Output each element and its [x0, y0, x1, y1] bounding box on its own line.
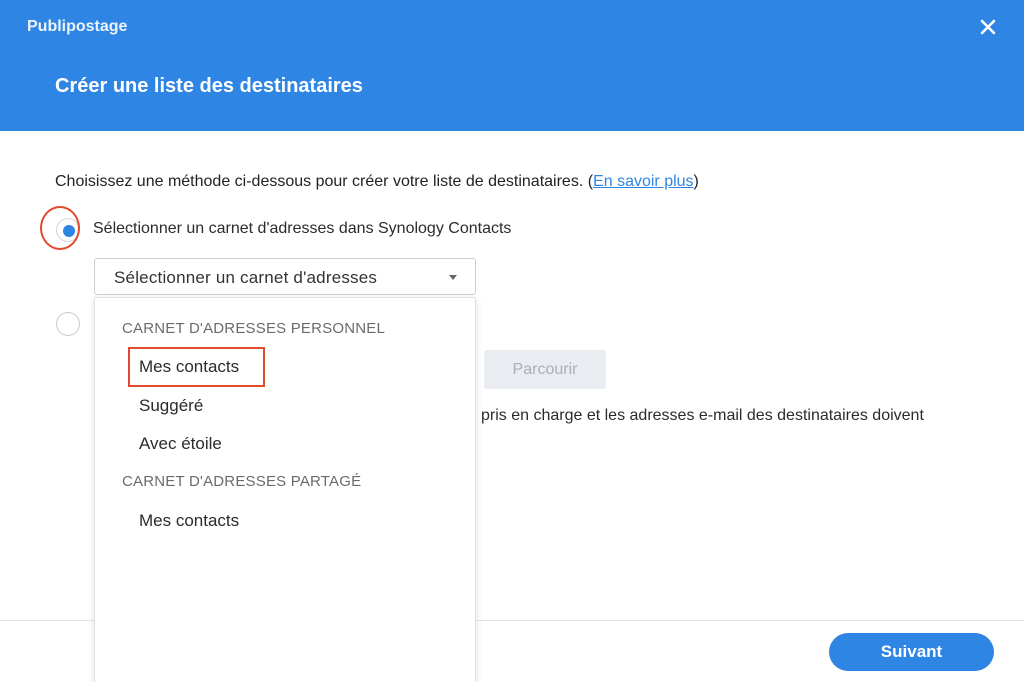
dialog-title: Créer une liste des destinataires	[55, 75, 363, 97]
radio-import-file[interactable]	[56, 312, 80, 336]
address-book-select[interactable]: Sélectionner un carnet d'adresses	[94, 258, 476, 295]
dialog-header: Publipostage Créer une liste des destina…	[0, 0, 1024, 131]
dropdown-item-avec-etoile[interactable]: Avec étoile	[139, 434, 222, 454]
instruction-prefix: Choisissez une méthode ci-dessous pour c…	[55, 173, 594, 190]
next-button[interactable]: Suivant	[829, 633, 994, 671]
browse-button[interactable]: Parcourir	[484, 350, 606, 389]
dropdown-item-shared-mes-contacts[interactable]: Mes contacts	[139, 511, 239, 531]
format-note: pris en charge et les adresses e-mail de…	[481, 407, 924, 424]
instruction-text: Choisissez une méthode ci-dessous pour c…	[55, 173, 699, 191]
group-header-shared: CARNET D'ADRESSES PARTAGÉ	[122, 473, 362, 490]
address-book-select-value: Sélectionner un carnet d'adresses	[114, 268, 378, 287]
address-book-dropdown: CARNET D'ADRESSES PERSONNEL Mes contacts…	[94, 297, 476, 682]
close-button[interactable]	[976, 15, 1000, 39]
highlight-annotation	[40, 206, 80, 250]
group-header-personal: CARNET D'ADRESSES PERSONNEL	[122, 320, 386, 337]
learn-more-link[interactable]: En savoir plus	[593, 173, 694, 190]
dropdown-item-mes-contacts[interactable]: Mes contacts	[139, 357, 239, 377]
instruction-suffix: )	[693, 173, 699, 190]
app-title: Publipostage	[27, 18, 128, 35]
radio-address-book-label[interactable]: Sélectionner un carnet d'adresses dans S…	[93, 220, 511, 238]
dropdown-item-suggere[interactable]: Suggéré	[139, 396, 203, 416]
close-icon	[980, 19, 996, 35]
chevron-down-icon	[449, 275, 457, 280]
